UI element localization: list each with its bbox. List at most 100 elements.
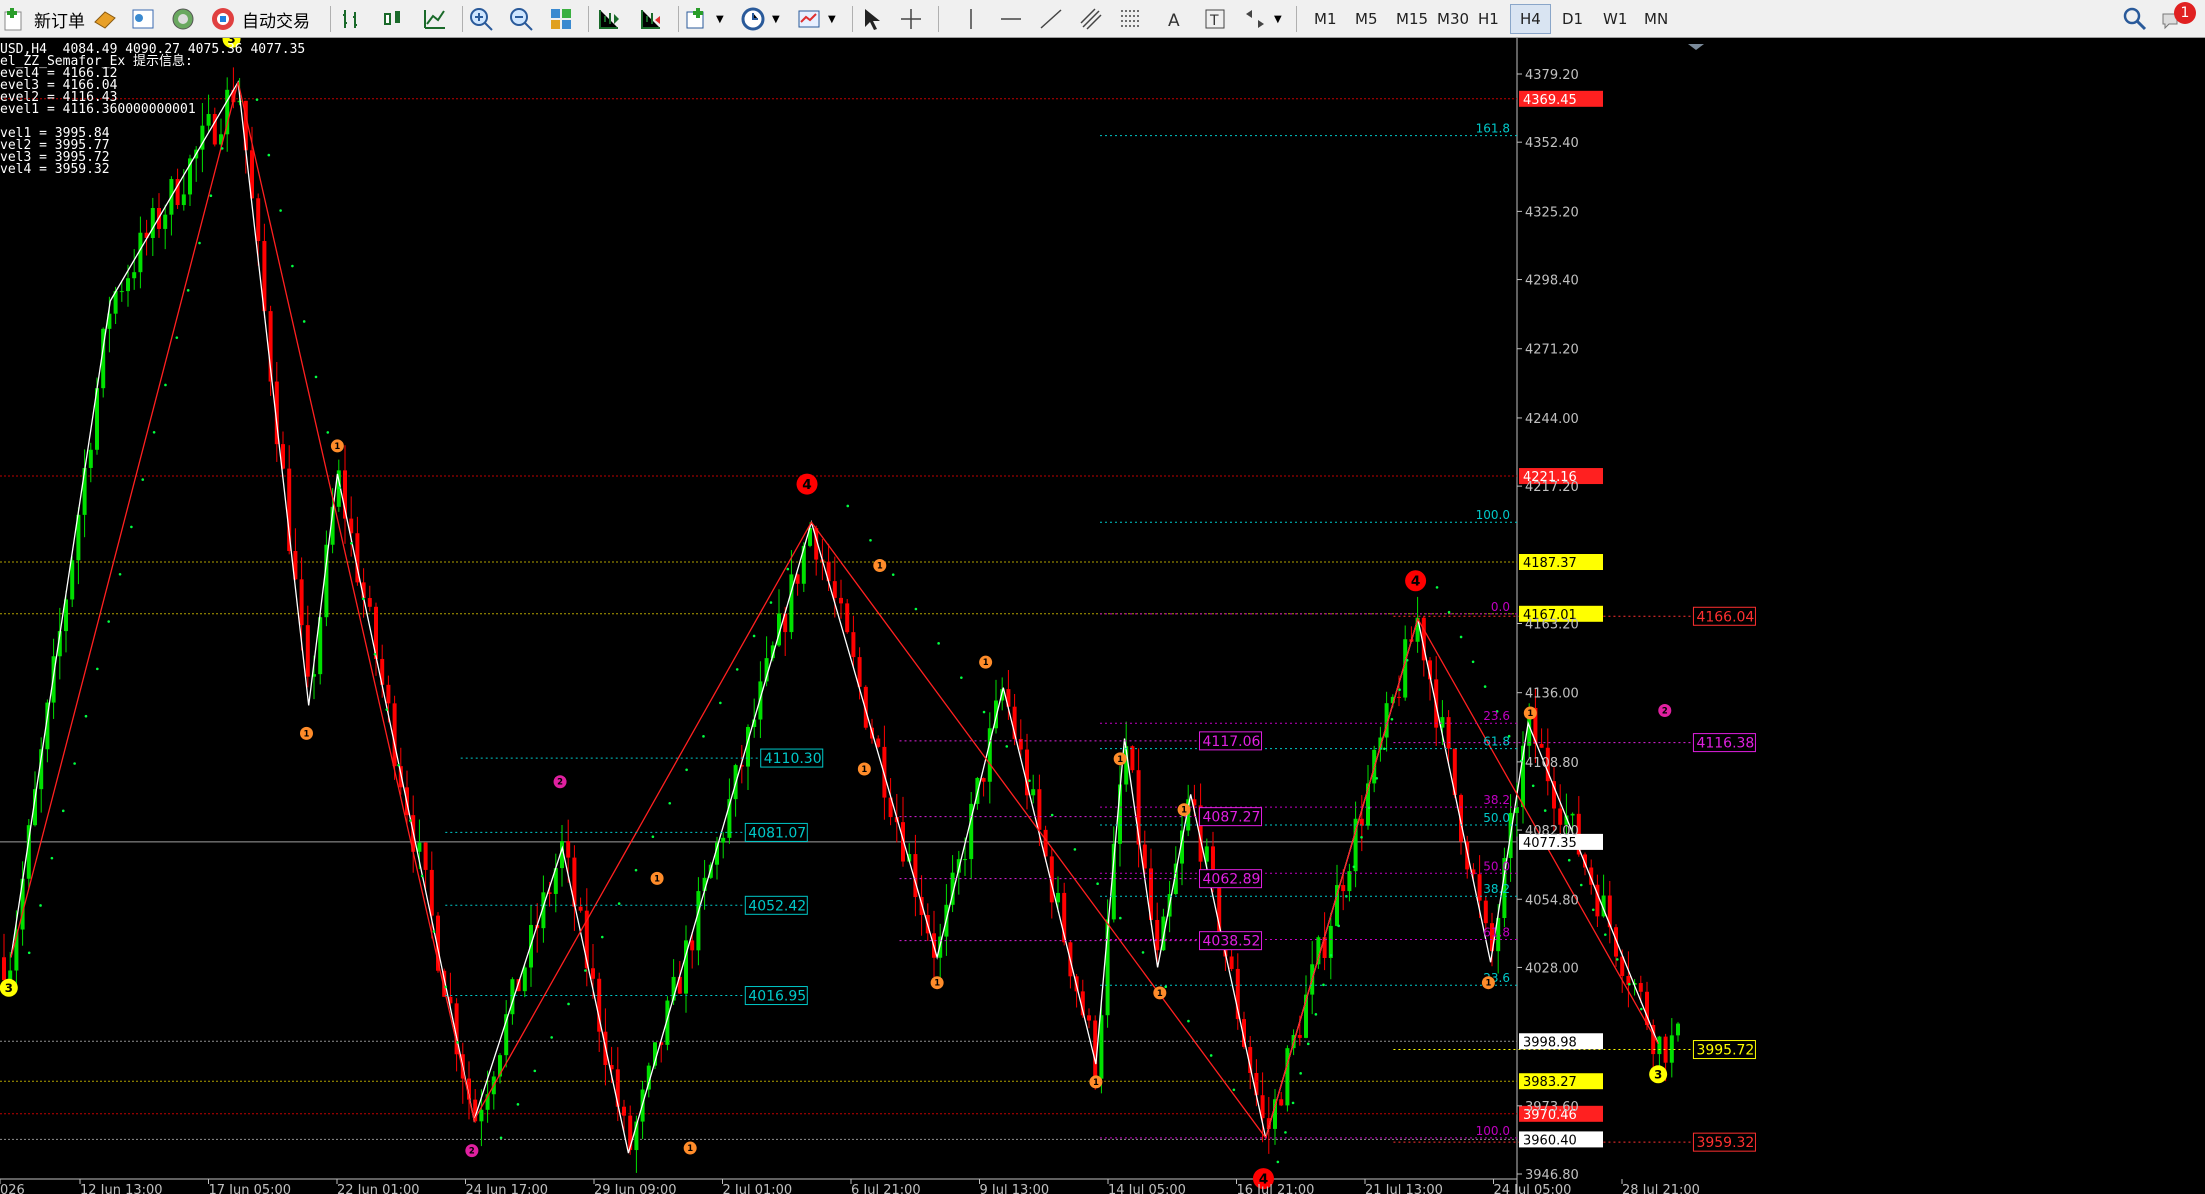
arrows-button[interactable]: ▼ bbox=[1242, 3, 1282, 35]
fib-level-label: 23.6 bbox=[1483, 709, 1510, 723]
candle-body bbox=[126, 278, 130, 292]
sar-dot bbox=[584, 969, 587, 972]
sar-dot bbox=[1352, 865, 1356, 869]
sar-dot bbox=[186, 289, 190, 292]
time-tick-label: 24 Jun 17:00 bbox=[466, 1183, 549, 1194]
sar-dot bbox=[456, 1041, 459, 1044]
fibonacci-button[interactable] bbox=[1118, 3, 1144, 35]
fib-level-label: 0.0 bbox=[1491, 600, 1510, 614]
chart-shift-marker bbox=[1688, 44, 1704, 50]
vertical-line-button[interactable] bbox=[958, 3, 984, 35]
sar-dot bbox=[1360, 835, 1363, 839]
candle-body bbox=[1676, 1023, 1680, 1036]
price-tick-label: 4136.00 bbox=[1525, 687, 1579, 702]
notifications-button[interactable]: 1 bbox=[2160, 2, 2196, 35]
fib-level-label: 50.0 bbox=[1483, 811, 1510, 825]
templates-button[interactable]: ▼ bbox=[796, 3, 836, 35]
timeframe-m5[interactable]: M5 bbox=[1346, 4, 1387, 34]
new-order-button[interactable]: 新订单 bbox=[2, 3, 85, 35]
candle-body bbox=[1347, 871, 1352, 892]
chart-shift-icon bbox=[599, 10, 619, 29]
candle-body bbox=[386, 684, 391, 704]
sar-dot bbox=[499, 1136, 503, 1140]
candle-body bbox=[876, 738, 881, 747]
sar-dot bbox=[735, 668, 739, 671]
timeframe-w1[interactable]: W1 bbox=[1594, 4, 1636, 34]
sar-dot bbox=[1284, 1131, 1287, 1134]
line-chart-button[interactable] bbox=[422, 3, 448, 35]
sar-dot bbox=[1073, 848, 1077, 851]
trendline-button[interactable] bbox=[1038, 3, 1064, 35]
semafor-label: 1 bbox=[334, 441, 340, 451]
auto-trading-button[interactable]: 自动交易 bbox=[210, 3, 310, 35]
zoom-in-button[interactable] bbox=[468, 3, 494, 35]
timeframe-d1[interactable]: D1 bbox=[1553, 4, 1592, 34]
timeframe-m1[interactable]: M1 bbox=[1305, 4, 1346, 34]
trendline-icon bbox=[1040, 9, 1062, 29]
timeframe-h1[interactable]: H1 bbox=[1469, 4, 1508, 34]
search-icon bbox=[2123, 7, 2147, 31]
svg-text:T: T bbox=[1209, 13, 1219, 29]
tile-windows-button[interactable] bbox=[548, 3, 574, 35]
navigator-button[interactable] bbox=[170, 3, 196, 35]
periods-button[interactable]: ▼ bbox=[740, 3, 780, 35]
zoom-out-button[interactable] bbox=[508, 3, 534, 35]
tile-windows-icon bbox=[551, 9, 571, 29]
semafor-label: 4 bbox=[802, 477, 812, 493]
candles-button[interactable] bbox=[380, 3, 406, 35]
sar-dot bbox=[1579, 883, 1583, 887]
dropdown-arrow-icon: ▼ bbox=[716, 13, 724, 25]
fib-price-label: 4038.52 bbox=[1203, 934, 1261, 950]
equidistant-channel-button[interactable] bbox=[1078, 3, 1104, 35]
price-tag-label: 3998.98 bbox=[1523, 1035, 1577, 1050]
search-button[interactable] bbox=[2122, 3, 2148, 35]
candle-body bbox=[1539, 743, 1544, 748]
fib-price-label: 4052.42 bbox=[748, 898, 806, 914]
fib-price-label: 4016.95 bbox=[748, 989, 806, 1005]
horizontal-line-button[interactable] bbox=[998, 3, 1024, 35]
cursor-button[interactable] bbox=[858, 3, 884, 35]
auto-scroll-button[interactable] bbox=[638, 3, 664, 35]
candle-body bbox=[1397, 696, 1401, 698]
sar-dot bbox=[279, 209, 282, 212]
timeframe-mn[interactable]: MN bbox=[1635, 4, 1677, 34]
semafor-label: 1 bbox=[1527, 708, 1533, 718]
data-window-button[interactable] bbox=[130, 3, 156, 35]
chart-shift-button[interactable] bbox=[596, 3, 622, 35]
sar-dot bbox=[1322, 983, 1325, 987]
candle-body bbox=[1279, 1099, 1284, 1106]
time-tick-label: 12 Jun 13:00 bbox=[80, 1183, 163, 1194]
timeframe-h4[interactable]: H4 bbox=[1510, 4, 1551, 34]
candle-body bbox=[758, 681, 763, 720]
sar-dot bbox=[1405, 658, 1409, 662]
text-label-icon: T bbox=[1205, 9, 1225, 29]
sar-dot bbox=[152, 430, 156, 434]
market-watch-button[interactable] bbox=[92, 3, 118, 35]
fib-level-label: 38.2 bbox=[1483, 882, 1510, 896]
sar-dot bbox=[350, 542, 353, 545]
text-button[interactable]: A bbox=[1162, 3, 1188, 35]
bar-chart-button[interactable] bbox=[338, 3, 364, 35]
candle-body bbox=[1669, 1035, 1674, 1063]
text-label-button[interactable]: T bbox=[1202, 3, 1228, 35]
sar-dot bbox=[1471, 660, 1475, 664]
sar-dot bbox=[702, 735, 705, 738]
price-tag-hitbox bbox=[1518, 1106, 2205, 1122]
semafor-label: 1 bbox=[654, 873, 660, 883]
sar-dot bbox=[1050, 813, 1054, 817]
time-tick-label: 24 Jul 05:00 bbox=[1494, 1183, 1572, 1194]
sar-dot bbox=[302, 320, 306, 323]
sar-dot bbox=[617, 902, 621, 905]
indicators-button[interactable]: ▼ bbox=[684, 3, 724, 35]
candle-body bbox=[839, 597, 843, 604]
crosshair-button[interactable] bbox=[898, 3, 924, 35]
semafor-label: 4 bbox=[1411, 573, 1421, 589]
fib-price-label: 3959.32 bbox=[1696, 1135, 1754, 1151]
price-chart[interactable]: 161.8 100.0 0.0 23.6 61.8 38.2 50.0 50.0 38.2 61.… bbox=[0, 38, 2205, 1194]
data-window-icon bbox=[132, 9, 154, 29]
candle-body bbox=[1155, 919, 1160, 951]
price-tick-label: 4379.20 bbox=[1525, 68, 1579, 83]
sar-dot bbox=[50, 856, 54, 860]
candle-body bbox=[8, 970, 13, 981]
time-tick-label: 22 Jun 01:00 bbox=[337, 1183, 420, 1194]
